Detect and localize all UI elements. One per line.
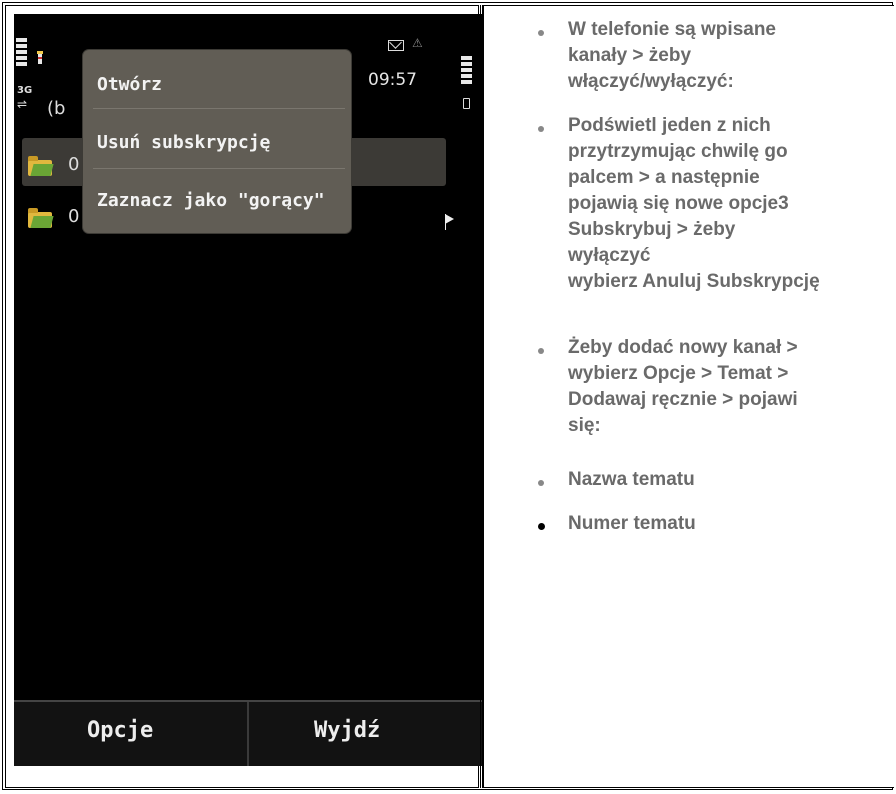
page-title: (b bbox=[47, 98, 66, 119]
instruction-line: wybierz Opcje > Temat > bbox=[568, 363, 789, 384]
network-3g-indicator: 3G bbox=[17, 85, 33, 96]
list-item-label: 0 bbox=[68, 154, 80, 175]
instruction-line: wybierz Anuluj Subskrypcję bbox=[568, 271, 820, 292]
instruction-line: włączyć/wyłączyć: bbox=[568, 71, 734, 92]
menu-divider bbox=[93, 108, 345, 109]
envelope-icon bbox=[388, 40, 404, 51]
battery-level-icon bbox=[461, 56, 472, 90]
softkey-divider bbox=[247, 702, 249, 766]
alert-icon: ⚠ bbox=[412, 36, 423, 50]
instruction-line: Nazwa tematu bbox=[568, 469, 695, 490]
instruction-line: pojawią się nowe opcje3 bbox=[568, 193, 789, 214]
exit-softkey[interactable]: Wyjdź bbox=[314, 718, 380, 743]
instruction-line: Żeby dodać nowy kanał > bbox=[568, 337, 798, 358]
instruction-line: przytrzymując chwilę go bbox=[568, 141, 788, 162]
instruction-line: W telefonie są wpisane bbox=[568, 19, 776, 40]
context-menu: Otwórz Usuń subskrypcję Zaznacz jako "go… bbox=[83, 50, 351, 233]
instruction-line: kanały > żeby bbox=[568, 45, 692, 66]
bullet-icon bbox=[538, 480, 544, 486]
menu-item-mark-hot[interactable]: Zaznacz jako "gorący" bbox=[97, 190, 325, 211]
bullet-icon bbox=[538, 30, 544, 36]
instruction-line: Subskrybuj > żeby bbox=[568, 219, 736, 240]
instruction-line: Dodawaj ręcznie > pojawi bbox=[568, 389, 798, 410]
list-item-label: 0 bbox=[68, 206, 80, 227]
instructions-cell: W telefonie są wpisane kanały > żeby włą… bbox=[483, 5, 894, 788]
battery-icon bbox=[463, 98, 470, 109]
data-transfer-icon: ⇌ bbox=[17, 97, 28, 111]
folder-icon bbox=[28, 156, 52, 176]
menu-item-unsubscribe[interactable]: Usuń subskrypcję bbox=[97, 132, 270, 153]
signal-strength-icon bbox=[16, 38, 27, 72]
menu-divider bbox=[93, 168, 345, 169]
instruction-line: Numer tematu bbox=[568, 513, 696, 534]
softkey-bar: Opcje Wyjdź bbox=[14, 700, 482, 766]
flag-icon bbox=[445, 214, 454, 224]
bullet-icon bbox=[538, 523, 545, 530]
clock: 09:57 bbox=[368, 70, 417, 90]
lighthouse-icon bbox=[35, 50, 45, 64]
instruction-line: Podświetl jeden z nich bbox=[568, 115, 771, 136]
instruction-line: się: bbox=[568, 415, 601, 436]
folder-icon bbox=[28, 208, 52, 228]
instruction-line: wyłączyć bbox=[568, 245, 651, 266]
menu-item-open[interactable]: Otwórz bbox=[97, 74, 162, 95]
options-softkey[interactable]: Opcje bbox=[87, 718, 153, 743]
screenshot-cell: 3G ⇌ (b ⚠ 09:57 0 0 Otwórz Usuń subskryp… bbox=[5, 5, 482, 788]
instruction-line: palcem > a następnie bbox=[568, 167, 760, 188]
bullet-icon bbox=[538, 126, 544, 132]
phone-screen: 3G ⇌ (b ⚠ 09:57 0 0 Otwórz Usuń subskryp… bbox=[14, 14, 482, 766]
bullet-icon bbox=[538, 348, 544, 354]
